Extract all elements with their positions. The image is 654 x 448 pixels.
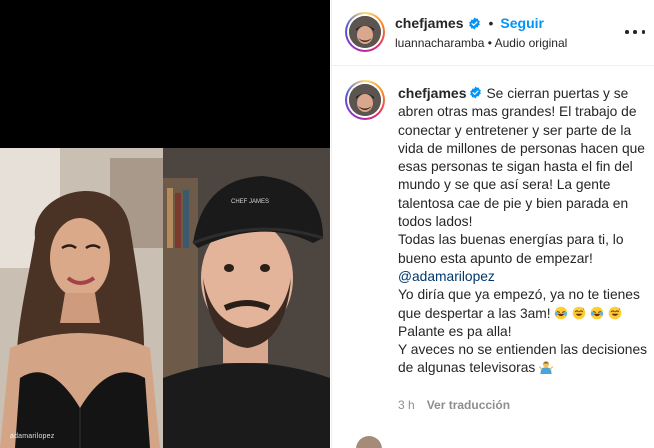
shrug-emoji-icon <box>539 361 554 375</box>
caption-text-2: Todas las buenas energías para ti, lo bu… <box>398 232 624 266</box>
woman-portrait-image <box>0 148 163 448</box>
video-player[interactable]: adamarilopez CHEF JAMES <box>0 0 330 448</box>
sweat-smile-emoji-icon <box>608 306 622 319</box>
left-video-feed: adamarilopez <box>0 148 163 448</box>
post-timestamp[interactable]: 3 h <box>398 398 415 412</box>
caption-author-username[interactable]: chefjames <box>398 85 466 101</box>
avatar-photo-icon <box>349 84 381 116</box>
separator-dot: • <box>488 15 494 31</box>
video-frame[interactable]: adamarilopez CHEF JAMES <box>0 148 330 448</box>
man-portrait-image: CHEF JAMES <box>163 148 330 448</box>
post-info-panel: chefjames • Seguir luannacharamba • Audi… <box>331 0 654 448</box>
avatar-photo-icon <box>349 16 381 48</box>
author-username[interactable]: chefjames <box>395 15 463 31</box>
more-options-icon[interactable] <box>625 24 645 40</box>
audio-attribution[interactable]: luannacharamba • Audio original <box>395 36 567 50</box>
svg-text:CHEF JAMES: CHEF JAMES <box>231 199 269 205</box>
right-video-feed: CHEF JAMES <box>163 148 330 448</box>
sweat-smile-emoji-icon <box>573 306 586 319</box>
laughing-emoji-icon <box>590 306 604 319</box>
see-translation-button[interactable]: Ver traducción <box>427 398 510 412</box>
post-meta: 3 h Ver traducción <box>398 398 510 412</box>
caption-text-3: Yo diría que ya empezó, ya no te tienes … <box>398 287 640 321</box>
caption-text-4: Palante es pa alla! <box>398 323 512 339</box>
follow-button[interactable]: Seguir <box>500 15 544 31</box>
author-avatar[interactable] <box>345 12 385 52</box>
video-watermark: adamarilopez <box>10 433 55 440</box>
next-comment-avatar[interactable] <box>356 436 382 448</box>
post-caption: chefjames Se cierran puertas y se abren … <box>398 84 648 378</box>
header-user-row: chefjames • Seguir <box>395 15 544 31</box>
mention-link[interactable]: @adamarilopez <box>398 269 495 284</box>
caption-text-5: Y aveces no se entienden las decisiones … <box>398 342 648 376</box>
caption-author-avatar[interactable] <box>345 80 385 120</box>
verified-badge-icon <box>469 17 481 29</box>
laughing-emoji-icon <box>555 306 568 319</box>
post-header: chefjames • Seguir luannacharamba • Audi… <box>332 0 654 66</box>
caption-text-1: Se cierran puertas y se abren otras mas … <box>398 86 645 230</box>
verified-badge-icon <box>470 86 482 99</box>
